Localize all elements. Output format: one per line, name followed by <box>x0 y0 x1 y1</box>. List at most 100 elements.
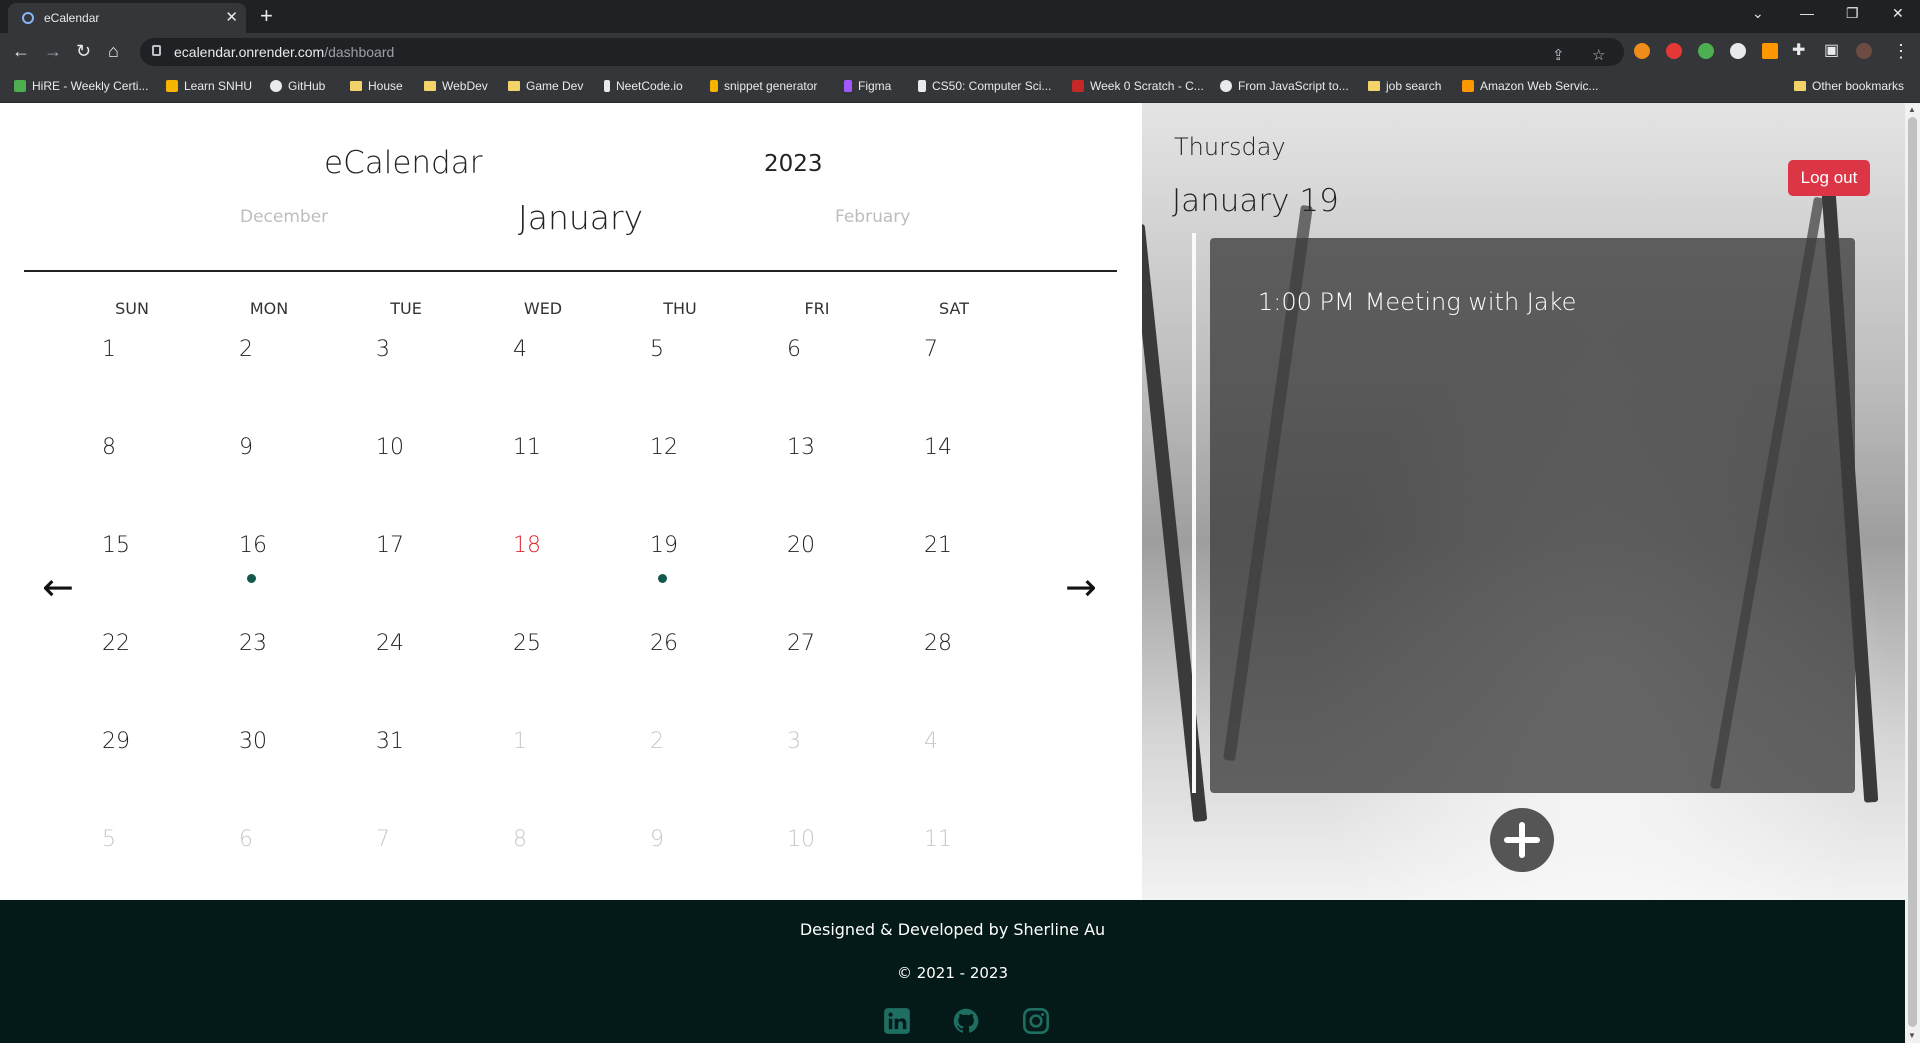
bookmark-folder[interactable]: WebDev <box>424 79 488 93</box>
day-cell[interactable]: 23 <box>239 631 299 656</box>
day-cell-other-month[interactable]: 9 <box>650 827 710 852</box>
extensions-puzzle-icon[interactable]: ✚ <box>1792 41 1805 61</box>
share-icon[interactable]: ⇪ <box>1552 46 1565 64</box>
day-cell[interactable]: 3 <box>376 337 436 362</box>
day-cell[interactable]: 14 <box>924 435 984 460</box>
day-cell[interactable]: 21 <box>924 533 984 558</box>
extension-icon[interactable] <box>1698 43 1714 59</box>
bookmark-item[interactable]: GitHub <box>270 79 325 93</box>
bookmark-item[interactable]: CS50: Computer Sci... <box>918 79 1051 93</box>
footer: Designed & Developed by Sherline Au © 20… <box>0 900 1905 1043</box>
weekday-label: THU <box>663 299 697 318</box>
day-cell[interactable]: 31 <box>376 729 436 754</box>
back-icon[interactable]: ← <box>12 41 30 61</box>
close-window-icon[interactable]: ✕ <box>1892 5 1904 22</box>
bookmark-item[interactable]: Learn SNHU <box>166 79 252 93</box>
scroll-up-icon[interactable]: ▲ <box>1908 105 1916 114</box>
other-bookmarks-folder[interactable]: Other bookmarks <box>1794 79 1904 93</box>
restore-icon[interactable]: ❐ <box>1846 5 1859 22</box>
day-cell-other-month[interactable]: 5 <box>102 827 162 852</box>
day-cell-other-month[interactable]: 3 <box>787 729 847 754</box>
adblock-icon[interactable] <box>1666 43 1682 59</box>
tab-search-icon[interactable]: ⌄ <box>1752 5 1764 22</box>
browser-tab[interactable]: eCalendar ✕ <box>8 3 246 33</box>
logout-button[interactable]: Log out <box>1788 160 1870 196</box>
linkedin-icon[interactable] <box>883 1007 911 1035</box>
extension-icon[interactable] <box>1634 43 1650 59</box>
bookmark-folder[interactable]: job search <box>1368 79 1441 93</box>
day-cell-other-month[interactable]: 1 <box>513 729 573 754</box>
bookmark-item[interactable]: Figma <box>844 79 891 93</box>
day-cell-other-month[interactable]: 8 <box>513 827 573 852</box>
day-cell-other-month[interactable]: 10 <box>787 827 847 852</box>
day-cell[interactable]: 16 <box>239 533 299 558</box>
bookmark-item[interactable]: From JavaScript to... <box>1220 79 1349 93</box>
day-cell[interactable]: 9 <box>239 435 299 460</box>
day-cell[interactable]: 10 <box>376 435 436 460</box>
bookmark-item[interactable]: Amazon Web Servic... <box>1462 79 1599 93</box>
next-arrow-button[interactable]: → <box>1065 568 1097 606</box>
forward-icon[interactable]: → <box>44 41 62 61</box>
side-panel-icon[interactable]: ▣ <box>1824 41 1839 61</box>
day-cell-other-month[interactable]: 6 <box>239 827 299 852</box>
day-cell[interactable]: 4 <box>513 337 573 362</box>
bookmark-folder[interactable]: Game Dev <box>508 79 583 93</box>
day-cell[interactable]: 22 <box>102 631 162 656</box>
plus-circle-icon[interactable] <box>1490 808 1554 872</box>
bookmark-item[interactable]: Week 0 Scratch - C... <box>1072 79 1204 93</box>
day-cell[interactable]: 27 <box>787 631 847 656</box>
day-cell[interactable]: 17 <box>376 533 436 558</box>
profile-avatar[interactable] <box>1856 43 1872 59</box>
extension-icon[interactable] <box>1730 43 1746 59</box>
day-cell[interactable]: 1 <box>102 337 162 362</box>
day-cell[interactable]: 11 <box>513 435 573 460</box>
day-cell[interactable]: 20 <box>787 533 847 558</box>
event-item[interactable]: 1:00 PM Meeting with Jake <box>1258 288 1576 316</box>
scroll-down-icon[interactable]: ▼ <box>1908 1031 1916 1040</box>
new-tab-icon[interactable]: + <box>260 3 273 29</box>
day-cell[interactable]: 6 <box>787 337 847 362</box>
page-scrollbar[interactable]: ▲ ▼ <box>1905 103 1920 1043</box>
day-cell[interactable]: 15 <box>102 533 162 558</box>
extension-icon[interactable] <box>1762 43 1778 59</box>
day-cell[interactable]: 19 <box>650 533 710 558</box>
home-icon[interactable]: ⌂ <box>108 41 119 61</box>
day-cell[interactable]: 12 <box>650 435 710 460</box>
instagram-icon[interactable] <box>1022 1007 1050 1035</box>
day-cell[interactable]: 24 <box>376 631 436 656</box>
next-month-link[interactable]: February <box>835 207 910 227</box>
bookmark-folder[interactable]: House <box>350 79 403 93</box>
day-cell[interactable]: 28 <box>924 631 984 656</box>
day-detail-panel: Thursday January 19 Log out 1:00 PM Meeti… <box>1142 103 1905 900</box>
day-cell[interactable]: 29 <box>102 729 162 754</box>
bookmark-star-icon[interactable]: ☆ <box>1592 46 1605 64</box>
menu-kebab-icon[interactable]: ⋮ <box>1892 41 1910 61</box>
day-cell[interactable]: 2 <box>239 337 299 362</box>
prev-arrow-button[interactable]: ← <box>42 568 74 606</box>
url-input[interactable]: ecalendar.onrender.com/dashboard ⇪ ☆ <box>140 38 1624 66</box>
day-cell-other-month[interactable]: 11 <box>924 827 984 852</box>
close-tab-icon[interactable]: ✕ <box>225 8 238 26</box>
bookmark-item[interactable]: HiRE - Weekly Certi... <box>14 79 148 93</box>
footer-credit: Designed & Developed by Sherline Au <box>799 920 1106 939</box>
reload-icon[interactable]: ↻ <box>76 41 91 61</box>
folder-icon <box>424 81 436 91</box>
minimize-icon[interactable]: — <box>1800 5 1814 21</box>
day-cell[interactable]: 7 <box>924 337 984 362</box>
github-icon[interactable] <box>952 1007 980 1035</box>
bookmark-item[interactable]: NeetCode.io <box>604 79 683 93</box>
scrollbar-thumb[interactable] <box>1908 117 1917 1027</box>
day-cell[interactable]: 13 <box>787 435 847 460</box>
day-cell-other-month[interactable]: 4 <box>924 729 984 754</box>
bookmark-item[interactable]: snippet generator <box>710 79 817 93</box>
day-cell-other-month[interactable]: 2 <box>650 729 710 754</box>
day-cell[interactable]: 26 <box>650 631 710 656</box>
day-cell[interactable]: 30 <box>239 729 299 754</box>
selected-weekday: Thursday <box>1174 133 1286 161</box>
day-cell[interactable]: 25 <box>513 631 573 656</box>
day-cell-other-month[interactable]: 7 <box>376 827 436 852</box>
day-cell[interactable]: 8 <box>102 435 162 460</box>
day-cell-today[interactable]: 18 <box>513 533 573 558</box>
prev-month-link[interactable]: December <box>240 207 328 227</box>
day-cell[interactable]: 5 <box>650 337 710 362</box>
